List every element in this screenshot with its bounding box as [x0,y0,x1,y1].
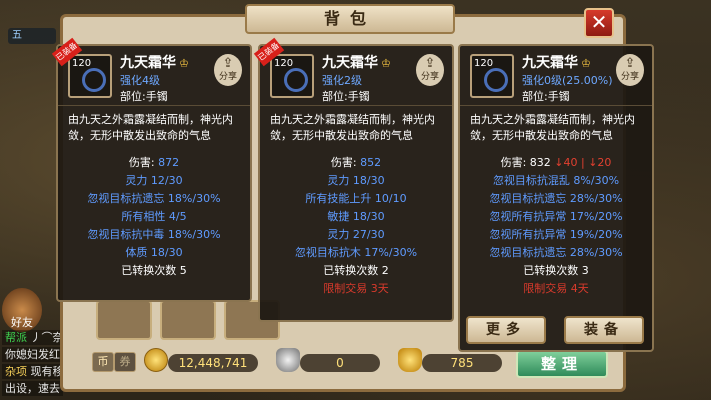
stat-line: 忽视目标抗中毒 18%/30% [87,228,221,241]
close-button[interactable]: ✕ [584,8,614,38]
item-slot: 部位:手镯 [120,90,168,103]
silver-ingot-icon [276,348,300,372]
bracelet-icon [484,68,508,92]
share-button[interactable]: ⇪ 分享 [214,54,242,86]
damage-stat: 伤害: 852 [330,156,382,169]
share-icon: ⇪ [222,56,234,71]
item-icon: 120 [470,54,514,98]
convert-count: 已转换次数 5 [121,264,187,277]
share-button[interactable]: ⇪ 分享 [616,54,644,86]
card-header: 120 九天霜华 ♔ 强化0级(25.00%) 部位:手镯 ⇪ 分享 [460,46,652,106]
more-button[interactable]: 更多 [466,316,546,344]
friend-button[interactable]: 好友 [2,288,42,332]
coin-tab-button[interactable]: 币 [92,352,114,372]
stat-line: 忽视所有抗异常 19%/20% [489,228,623,241]
damage-stat: 伤害: 872 [128,156,180,169]
bag-slot[interactable] [96,300,152,340]
enhance-level: 强化4级 [120,74,160,87]
item-description: 由九天之外霜露凝结而制，神光内敛，无形中散发出致命的气息 [68,113,233,142]
gold-amount: 12,448,741 [168,354,258,372]
bag-title: 背包 [245,4,455,34]
item-name: 九天霜华 ♔ [120,55,189,71]
stat-line: 灵力 18/30 [327,174,385,187]
stat-line: 忽视目标抗木 17%/30% [294,246,418,259]
gold-ingot-icon [398,348,422,372]
share-icon: ⇪ [424,56,436,71]
enhance-level: 强化2级 [322,74,362,87]
damage-diff: ↓40 | ↓20 [554,156,612,169]
damage-stat: 伤害: 832 ↓40 | ↓20 [500,156,612,169]
stat-line: 灵力 27/30 [327,228,385,241]
gold-coin-icon [144,348,168,372]
item-name: 九天霜华 ♔ [322,55,391,71]
item-tooltip-card: 已装备 120 九天霜华 ♔ 强化2级 部位:手镯 ⇪ 分享 由九天之外霜露凝结而… [253,37,454,322]
stat-list: 伤害: 832 ↓40 | ↓20 忽视目标抗混乱 8%/30% 忽视目标抗遗忘… [460,150,652,298]
item-tooltip-card: 已装备 120 九天霜华 ♔ 强化4级 部位:手镯 ⇪ 分享 由九天之外霜露凝结而… [51,37,252,302]
top-left-chip[interactable]: 五 [8,28,56,44]
chat-line: 出设，速去 [2,381,63,396]
tidy-button[interactable]: 整理 [516,350,608,378]
stat-line: 灵力 12/30 [125,174,183,187]
crown-icon: ♔ [381,57,391,70]
stat-list: 伤害: 872 灵力 12/30 忽视目标抗遗忘 18%/30% 所有相性 4/… [58,150,250,280]
item-slot: 部位:手镯 [322,90,370,103]
card-header: 已装备 120 九天霜华 ♔ 强化2级 部位:手镯 ⇪ 分享 [253,37,452,106]
crown-icon: ♔ [179,57,189,70]
equip-button[interactable]: 装备 [564,316,644,344]
stat-line: 体质 18/30 [125,246,183,259]
bag-slot[interactable] [160,300,216,340]
bracelet-icon [284,68,308,92]
stat-line: 忽视目标抗遗忘 28%/30% [489,192,623,205]
item-level: 120 [474,58,494,69]
item-description: 由九天之外霜露凝结而制，神光内敛，无形中散发出致命的气息 [470,113,635,142]
ticket-tab-button[interactable]: 券 [114,352,136,372]
item-level: 120 [274,58,294,69]
item-slot: 部位:手镯 [522,90,570,103]
bracelet-icon [82,68,106,92]
item-tooltip-card: 120 九天霜华 ♔ 强化0级(25.00%) 部位:手镯 ⇪ 分享 由九天之外霜… [458,44,654,352]
stat-list: 伤害: 852 灵力 18/30 所有技能上升 10/10 敏捷 18/30 灵… [260,150,452,298]
convert-count: 已转换次数 2 [323,264,389,277]
trade-limit: 限制交易 4天 [523,282,589,295]
stat-line: 忽视目标抗遗忘 18%/30% [87,192,221,205]
item-name: 九天霜华 ♔ [522,55,591,71]
stat-line: 所有技能上升 10/10 [305,192,407,205]
stat-line: 所有相性 4/5 [121,210,187,223]
crown-icon: ♔ [581,57,591,70]
item-icon: 120 [270,54,314,98]
trade-limit: 限制交易 3天 [323,282,389,295]
convert-count: 已转换次数 3 [523,264,589,277]
card-header: 已装备 120 九天霜华 ♔ 强化4级 部位:手镯 ⇪ 分享 [51,37,250,106]
item-level: 120 [72,58,92,69]
share-icon: ⇪ [624,56,636,71]
stat-line: 忽视目标抗遗忘 28%/30% [489,246,623,259]
stat-line: 忽视所有抗异常 17%/20% [489,210,623,223]
ingot-amount: 785 [422,354,502,372]
stat-line: 忽视目标抗混乱 8%/30% [492,174,620,187]
silver-amount: 0 [300,354,380,372]
share-button[interactable]: ⇪ 分享 [416,54,444,86]
item-icon: 120 [68,54,112,98]
item-description: 由九天之外霜露凝结而制，神光内敛，无形中散发出致命的气息 [270,113,435,142]
enhance-level: 强化0级(25.00%) [522,74,613,87]
stat-line: 敏捷 18/30 [327,210,385,223]
